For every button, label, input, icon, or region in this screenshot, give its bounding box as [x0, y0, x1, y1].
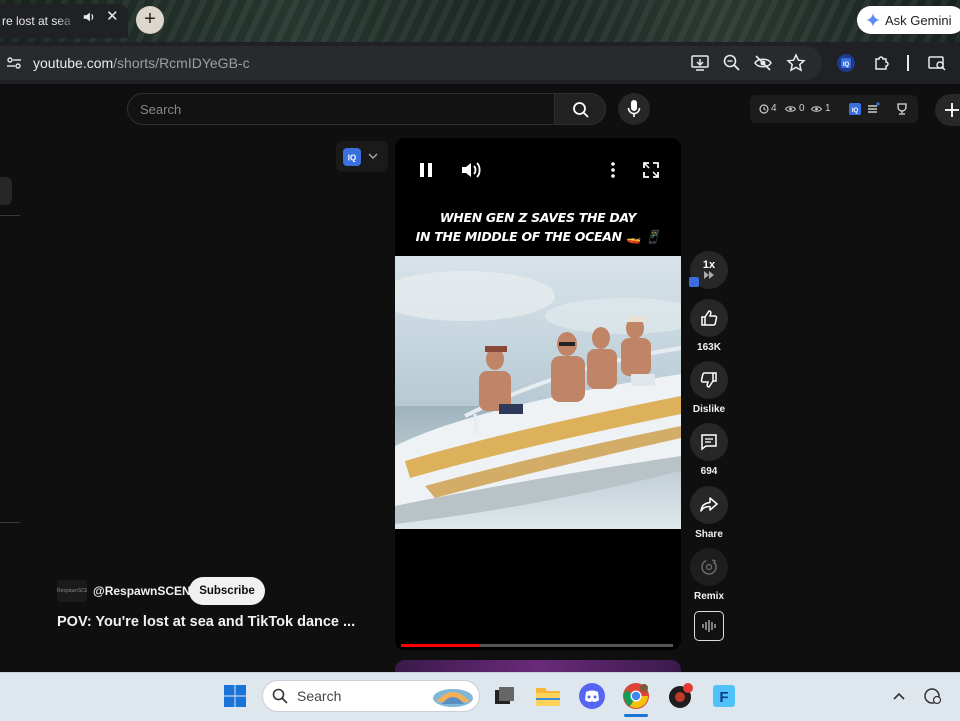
tab-title: re lost at sea a — [2, 14, 76, 28]
comment-count: 694 — [700, 466, 718, 477]
taskbar-search-label: Search — [297, 688, 342, 704]
remix-label: Remix — [693, 591, 724, 602]
sidebar-divider — [0, 522, 20, 523]
install-app-icon[interactable] — [690, 53, 710, 73]
search-icon — [272, 688, 288, 704]
caption-line-1: WHEN GEN Z SAVES THE DAY — [439, 210, 637, 225]
eye-icon — [785, 106, 796, 112]
remix-icon — [701, 559, 717, 575]
sidebar-item[interactable] — [0, 177, 12, 205]
discord-icon[interactable] — [578, 682, 606, 710]
svg-text:F: F — [719, 689, 728, 706]
app-with-badge-icon[interactable] — [666, 682, 694, 710]
microphone-icon — [627, 100, 641, 117]
iq-logo-text: IQ — [348, 154, 356, 163]
remix-button[interactable] — [690, 548, 728, 586]
stat-b-value: 0 — [799, 103, 805, 114]
voice-search-button[interactable] — [618, 93, 650, 125]
search-highlight-icon — [433, 689, 473, 707]
fullscreen-icon[interactable] — [642, 161, 660, 179]
share-button[interactable] — [690, 486, 728, 524]
plus-icon — [945, 103, 959, 117]
stat-a-value: 4 — [771, 103, 777, 114]
video-caption: WHEN GEN Z SAVES THE DAY IN THE MIDDLE O… — [395, 208, 681, 246]
windows-taskbar — [0, 672, 960, 721]
speed-label: 1x — [702, 259, 716, 271]
chevron-up-icon[interactable] — [892, 690, 906, 702]
extension-stats-bar[interactable]: 4 0 1 IQ — [750, 95, 918, 123]
svg-text:IQ: IQ — [843, 62, 850, 68]
task-view-icon[interactable] — [490, 682, 518, 710]
like-count: 163K — [697, 342, 721, 353]
video-frame — [395, 256, 681, 529]
thumbs-down-icon — [700, 372, 717, 388]
file-explorer-icon[interactable] — [534, 682, 562, 710]
svg-text:IQ: IQ — [852, 108, 859, 114]
view-icon — [811, 106, 822, 112]
more-options-icon[interactable] — [607, 161, 619, 179]
like-button[interactable] — [690, 299, 728, 337]
video-progress-fill — [401, 644, 480, 647]
volume-icon[interactable] — [460, 160, 482, 180]
search-icon — [573, 102, 589, 118]
sidebar-divider — [0, 215, 20, 216]
short-title[interactable]: POV: You're lost at sea and TikTok dance… — [57, 614, 355, 630]
iq-extension-icon[interactable]: IQ — [848, 102, 862, 116]
new-tab-button[interactable]: + — [136, 6, 164, 34]
gemini-sparkle-icon — [866, 13, 880, 27]
bookmark-star-icon[interactable] — [786, 53, 806, 73]
iq-logo-icon: IQ — [343, 148, 361, 166]
iq-overlay-button[interactable]: IQ — [336, 141, 388, 172]
extensions-puzzle-icon[interactable] — [872, 53, 892, 73]
dislike-button[interactable] — [690, 361, 728, 399]
thumbs-up-icon — [701, 310, 718, 326]
subscribe-button[interactable]: Subscribe — [189, 577, 265, 605]
eye-off-icon[interactable] — [753, 53, 773, 73]
ask-gemini-label: Ask Gemini — [885, 12, 952, 28]
cast-search-icon[interactable] — [927, 53, 947, 73]
zoom-icon[interactable] — [722, 53, 742, 73]
caption-line-2: IN THE MIDDLE OF THE OCEAN 🚤 📱 — [415, 229, 661, 244]
ask-gemini-button[interactable]: Ask Gemini — [857, 6, 960, 34]
network-status-icon[interactable] — [922, 686, 942, 706]
audio-wave-icon — [702, 620, 716, 632]
iq-mini-icon — [689, 277, 699, 287]
youtube-search-button[interactable] — [554, 93, 606, 125]
tab-close-icon[interactable]: ✕ — [106, 9, 119, 25]
share-arrow-icon — [700, 497, 718, 512]
pinned-app-f-icon[interactable]: F — [710, 682, 738, 710]
youtube-search-input[interactable] — [127, 93, 557, 125]
speaker-icon[interactable] — [82, 10, 96, 24]
boat-scene-image — [395, 271, 681, 529]
sound-thumbnail-button[interactable] — [694, 611, 724, 641]
trophy-icon[interactable] — [895, 102, 909, 116]
create-button[interactable] — [935, 94, 960, 126]
comment-icon — [701, 434, 717, 451]
youtube-search-placeholder: Search — [140, 102, 182, 117]
list-menu-icon[interactable] — [866, 102, 880, 116]
url-host: youtube.com — [33, 55, 114, 71]
windows-start-icon[interactable] — [223, 684, 247, 708]
url-path: /shorts/RcmIDYeGB-c — [113, 55, 250, 71]
clock-icon — [759, 104, 769, 114]
fast-forward-icon — [704, 271, 714, 279]
channel-handle[interactable]: @RespawnSCENE — [93, 584, 199, 598]
comments-button[interactable] — [690, 423, 728, 461]
pause-icon[interactable] — [417, 161, 435, 179]
chevron-down-icon — [368, 153, 378, 159]
url-text[interactable]: youtube.com/shorts/RcmIDYeGB-c — [33, 55, 250, 71]
channel-avatar[interactable]: RespawnSCENE — [57, 580, 87, 602]
site-info-icon[interactable] — [6, 56, 22, 70]
dislike-label: Dislike — [692, 404, 726, 415]
iq-extension-icon[interactable]: IQ — [836, 53, 856, 73]
chrome-icon[interactable] — [622, 682, 650, 710]
active-app-indicator — [624, 714, 648, 717]
stat-c-value: 1 — [825, 103, 831, 114]
share-label: Share — [695, 529, 723, 540]
toolbar-divider — [907, 55, 909, 71]
